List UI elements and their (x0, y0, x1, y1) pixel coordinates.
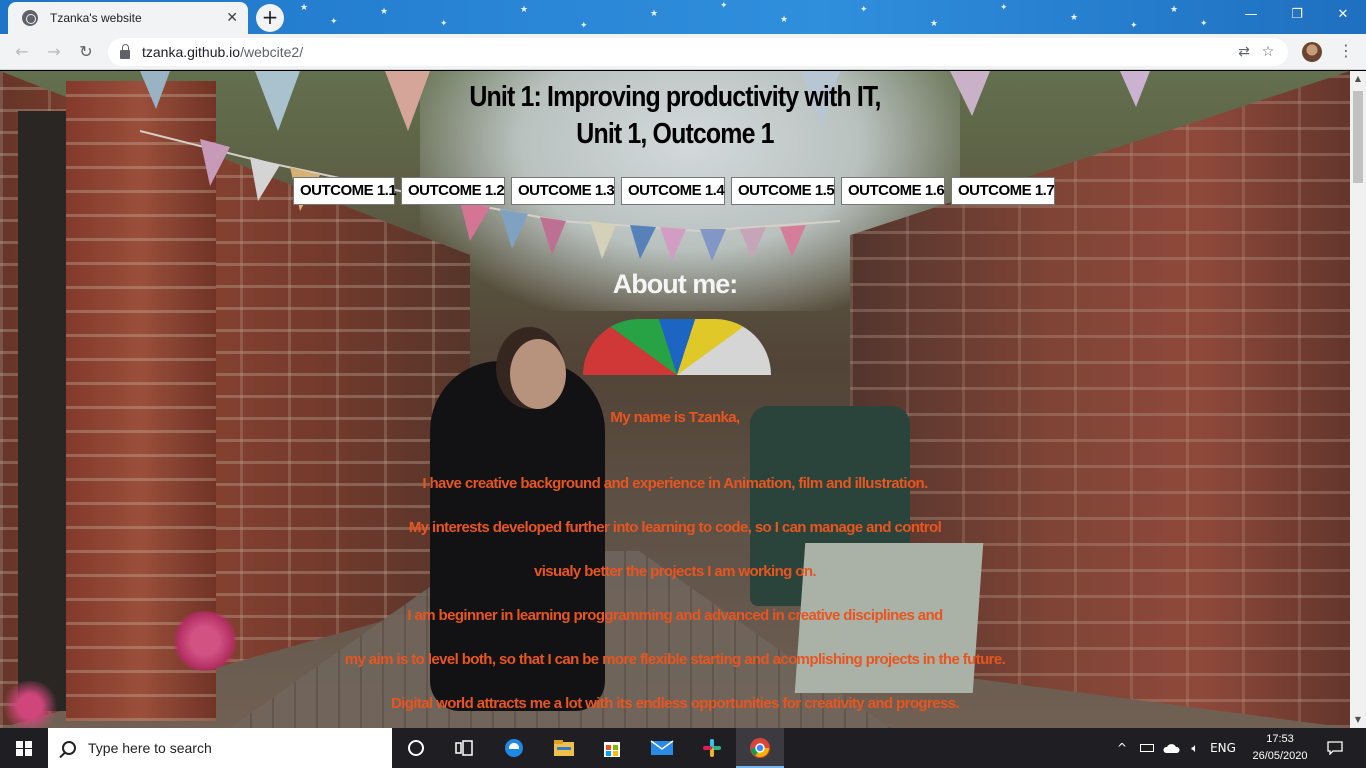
browser-menu-icon[interactable]: ⋮ (1334, 40, 1358, 64)
star-decoration: ✦ (860, 5, 868, 15)
close-icon[interactable]: ✕ (226, 10, 238, 26)
star-decoration: ★ (930, 19, 939, 29)
language-indicator[interactable]: ENG (1208, 728, 1238, 768)
start-button[interactable] (0, 728, 48, 768)
window-close-button[interactable]: ✕ (1320, 0, 1366, 30)
heading-line-1: Unit 1: Improving productivity with IT, (469, 81, 881, 113)
taskbar-search-box[interactable]: Type here to search (48, 728, 392, 768)
star-decoration: ✦ (1200, 19, 1208, 29)
about-paragraph: I am beginner in learning proggramming a… (407, 607, 943, 624)
task-view-icon[interactable] (440, 728, 488, 768)
clock-time: 17:53 (1266, 733, 1294, 745)
about-paragraph: My name is Tzanka, (610, 409, 740, 426)
lock-icon (120, 43, 130, 59)
page-content: Unit 1: Improving productivity with IT, … (0, 71, 1350, 728)
star-decoration: ★ (520, 5, 529, 15)
star-decoration: ✦ (720, 1, 728, 11)
outcome-1-3-button[interactable]: OUTCOME 1.3 (511, 177, 615, 205)
reload-button[interactable]: ↻ (74, 40, 98, 64)
about-paragraph: My interests developed further into lear… (408, 519, 942, 536)
cortana-icon[interactable] (392, 728, 440, 768)
windows-logo-icon (16, 741, 32, 756)
about-heading: About me: (612, 269, 738, 299)
mail-icon[interactable] (638, 728, 686, 768)
translate-icon[interactable]: ⇄ (1232, 44, 1256, 60)
profile-avatar[interactable] (1302, 42, 1322, 62)
page-viewport: Unit 1: Improving productivity with IT, … (0, 71, 1350, 728)
outcome-1-4-button[interactable]: OUTCOME 1.4 (621, 177, 725, 205)
back-button[interactable]: ← (10, 40, 34, 64)
outcome-1-1-button[interactable]: OUTCOME 1.1 (293, 177, 397, 205)
bookmark-star-icon[interactable]: ☆ (1256, 44, 1280, 60)
star-decoration: ✦ (330, 17, 338, 27)
outcome-nav: OUTCOME 1.1 OUTCOME 1.2 OUTCOME 1.3 OUTC… (293, 177, 1061, 205)
about-paragraph: my aim is to level both, so that I can b… (344, 651, 1006, 668)
taskbar-clock[interactable]: 17:53 26/05/2020 (1246, 731, 1314, 765)
file-explorer-icon[interactable] (540, 728, 588, 768)
heading-line-2: Unit 1, Outcome 1 (576, 118, 774, 150)
chrome-icon[interactable] (736, 728, 784, 768)
onedrive-icon[interactable] (1160, 728, 1182, 768)
search-icon (62, 741, 76, 755)
url-path: /webcite2/ (240, 44, 304, 60)
star-decoration: ✦ (440, 19, 448, 29)
browser-titlebar: ★ ✦ ★ ✦ ★ ✦ ★ ✦ ★ ✦ ★ ✦ ★ ✦ ★ ✦ Tzanka's… (0, 0, 1366, 34)
maximize-button[interactable]: ❐ (1274, 0, 1320, 30)
url-host: tzanka.github.io (142, 44, 241, 60)
star-decoration: ★ (1170, 5, 1179, 15)
scrollbar-thumb[interactable] (1353, 91, 1363, 183)
tab-title: Tzanka's website (50, 11, 142, 25)
about-paragraph: Digital world attracts me a lot with its… (390, 695, 960, 712)
star-decoration: ✦ (580, 21, 588, 31)
star-decoration: ★ (1070, 13, 1079, 23)
edge-icon[interactable] (490, 728, 538, 768)
globe-icon (22, 10, 38, 26)
notifications-icon[interactable] (1320, 728, 1350, 768)
url-text[interactable]: tzanka.github.io/webcite2/ (142, 44, 1232, 60)
outcome-1-7-button[interactable]: OUTCOME 1.7 (951, 177, 1055, 205)
star-decoration: ✦ (1000, 3, 1008, 13)
browser-tab[interactable]: Tzanka's website ✕ (8, 2, 248, 34)
volume-icon[interactable]: 🔈︎ (1184, 728, 1206, 768)
store-icon[interactable] (588, 728, 636, 768)
windows-taskbar: Type here to search ^ 🔈︎ ENG 17:53 26/05… (0, 728, 1366, 768)
search-placeholder: Type here to search (88, 740, 212, 756)
scroll-down-arrow-icon[interactable]: ▼ (1350, 712, 1366, 728)
minimize-button[interactable]: — (1228, 0, 1274, 30)
tray-chevron-icon[interactable]: ^ (1112, 728, 1132, 768)
star-decoration: ★ (780, 15, 789, 25)
outcome-1-5-button[interactable]: OUTCOME 1.5 (731, 177, 835, 205)
star-decoration: ★ (650, 9, 659, 19)
star-decoration: ✦ (1130, 21, 1138, 31)
page-scrollbar[interactable]: ▲ ▼ (1350, 71, 1366, 728)
outcome-1-6-button[interactable]: OUTCOME 1.6 (841, 177, 945, 205)
page-heading: Unit 1: Improving productivity with IT, … (95, 79, 1256, 153)
star-decoration: ★ (300, 3, 309, 13)
clock-date: 26/05/2020 (1252, 750, 1308, 762)
forward-button[interactable]: → (42, 40, 66, 64)
slack-icon[interactable] (688, 728, 736, 768)
outcome-1-2-button[interactable]: OUTCOME 1.2 (401, 177, 505, 205)
about-paragraph: I have creative background and experienc… (422, 475, 928, 492)
star-decoration: ★ (380, 7, 389, 17)
about-paragraph: visualy better the projects I am working… (533, 563, 817, 580)
battery-icon[interactable] (1136, 728, 1158, 768)
new-tab-button[interactable]: + (256, 4, 284, 32)
browser-toolbar: ← → ↻ tzanka.github.io/webcite2/ ⇄ ☆ ⋮ (0, 34, 1366, 70)
address-bar[interactable]: tzanka.github.io/webcite2/ ⇄ ☆ (108, 38, 1288, 66)
scroll-up-arrow-icon[interactable]: ▲ (1350, 71, 1366, 87)
